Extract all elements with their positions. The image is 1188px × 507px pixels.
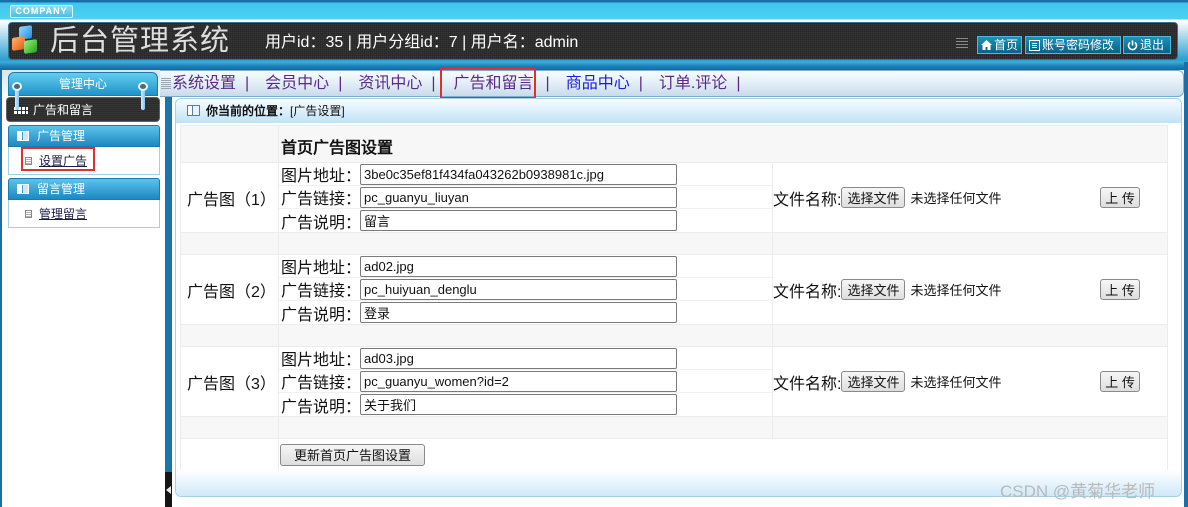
file-name-label: 文件名称:: [773, 375, 842, 393]
breadcrumb-label: 你当前的位置：: [206, 104, 291, 118]
home-button-label: 首页: [994, 38, 1019, 52]
panel-icon: [17, 131, 29, 141]
nav-item-news[interactable]: 资讯中心: [358, 75, 422, 93]
ad-link-input[interactable]: [360, 370, 677, 392]
ad-desc-label: 广告说明：: [281, 214, 362, 232]
sidebar-section-label: 广告和留言: [33, 103, 94, 117]
menu-lines-icon: [956, 38, 968, 50]
no-file-text: 未选择任何文件: [910, 375, 1002, 390]
power-icon: [1127, 40, 1138, 50]
sidebar-section-ads-messages: 广告和留言: [6, 97, 160, 122]
ad-row: 广告图（2） 图片地址： 广告链接： 广告说明： 文件名称: 选择文件 未选择任…: [180, 254, 1169, 325]
ad-desc-label: 广告说明：: [281, 306, 362, 324]
sidebar-group-ad-management[interactable]: 广告管理: [8, 125, 160, 147]
upload-button[interactable]: 上 传: [1100, 371, 1141, 392]
content-panel: 你当前的位置：[广告设置] 首页广告图设置 广告图（1） 图片地址： 广告链接：…: [175, 98, 1182, 497]
nav-item-system-settings[interactable]: 系统设置: [172, 75, 236, 93]
breadcrumb: 你当前的位置：[广告设置]: [176, 99, 1181, 123]
sidebar-collapse-handle[interactable]: [165, 472, 172, 507]
highlight-box-sidebar: [21, 147, 95, 171]
nav-separator: |: [545, 75, 550, 92]
file-name-label: 文件名称:: [773, 191, 842, 209]
image-url-input[interactable]: [360, 347, 677, 369]
ad-desc-input[interactable]: [360, 302, 677, 323]
document-icon: [25, 210, 32, 218]
breadcrumb-value: [广告设置]: [290, 104, 345, 118]
user-info: 用户id：35 | 用户分组id：7 | 用户名：admin: [265, 34, 579, 51]
change-password-button[interactable]: 账号密码修改: [1025, 36, 1121, 54]
update-ads-button[interactable]: 更新首页广告图设置: [280, 443, 425, 466]
nav-item-members[interactable]: 会员中心: [265, 75, 329, 93]
nav-separator: |: [245, 75, 250, 92]
ad-desc-input[interactable]: [360, 394, 677, 415]
arrow-left-icon: [166, 486, 171, 494]
ad-desc-label: 广告说明：: [281, 398, 362, 416]
choose-file-button[interactable]: 选择文件: [841, 371, 906, 392]
sidebar-divider: [165, 96, 172, 472]
ad-settings-form: 首页广告图设置 广告图（1） 图片地址： 广告链接： 广告说明： 文件名称: 选…: [180, 125, 1169, 471]
ad-row: 广告图（3） 图片地址： 广告链接： 广告说明： 文件名称: 选择文件 未选择任…: [180, 346, 1169, 417]
file-name-label: 文件名称:: [773, 283, 842, 301]
nav-separator: |: [338, 75, 343, 92]
ad-label: 广告图（3）: [187, 375, 276, 393]
sidebar-group-body: 管理留言: [8, 200, 160, 228]
right-frame-edge: [1184, 62, 1188, 507]
nav-item-products[interactable]: 商品中心: [566, 75, 630, 93]
ad-link-input[interactable]: [360, 186, 677, 208]
panel-icon: [187, 105, 200, 116]
choose-file-button[interactable]: 选择文件: [841, 187, 906, 208]
highlight-box-nav: [440, 68, 536, 99]
company-badge: COMPANY: [10, 5, 73, 18]
no-file-text: 未选择任何文件: [910, 191, 1002, 206]
logout-button[interactable]: 退出: [1123, 36, 1171, 54]
ad-link-label: 广告链接：: [281, 191, 362, 208]
sidebar: 管理中心 广告和留言 广告管理 设置广告 留言管理 管理留言: [0, 70, 166, 507]
ad-label: 广告图（1）: [187, 191, 276, 209]
sidebar-group-message-management[interactable]: 留言管理: [8, 178, 160, 200]
submit-row: 更新首页广告图设置: [180, 438, 1169, 471]
watermark: CSDN @黄菊华老师: [1000, 482, 1156, 501]
ad-link-label: 广告链接：: [281, 283, 362, 300]
top-nav: 系统设置 | 会员中心 | 资讯中心 | 广告和留言 | 商品中心 | 订单.评…: [160, 70, 1184, 97]
ad-label: 广告图（2）: [187, 283, 276, 301]
nav-separator: |: [736, 75, 741, 92]
logo-cubes-icon: [12, 25, 42, 56]
nav-item-orders-comments[interactable]: 订单.评论: [659, 75, 727, 93]
sidebar-group-label: 留言管理: [37, 182, 86, 196]
ad-link-label: 广告链接：: [281, 375, 362, 392]
header-bar: 后台管理系统 用户id：35 | 用户分组id：7 | 用户名：admin 首页…: [8, 22, 1178, 60]
list-icon: [1029, 39, 1040, 51]
upload-button[interactable]: 上 传: [1100, 279, 1141, 300]
form-title: 首页广告图设置: [281, 140, 394, 157]
logout-label: 退出: [1140, 38, 1165, 52]
image-url-label: 图片地址：: [281, 260, 362, 277]
sidebar-item-manage-messages[interactable]: 管理留言: [39, 207, 87, 221]
image-url-input[interactable]: [360, 163, 677, 185]
nav-separator: |: [638, 75, 643, 92]
upload-button[interactable]: 上 传: [1100, 187, 1141, 208]
image-url-label: 图片地址：: [281, 168, 362, 185]
header: COMPANY 后台管理系统 用户id：35 | 用户分组id：7 | 用户名：…: [0, 0, 1188, 70]
ad-desc-input[interactable]: [360, 210, 677, 231]
home-button[interactable]: 首页: [977, 36, 1022, 54]
home-icon: [981, 40, 992, 50]
image-url-label: 图片地址：: [281, 352, 362, 369]
menu-lines-icon: [161, 78, 171, 90]
image-url-input[interactable]: [360, 255, 677, 277]
choose-file-button[interactable]: 选择文件: [841, 279, 906, 300]
nav-separator: |: [431, 75, 436, 92]
ad-link-input[interactable]: [360, 278, 677, 300]
pin-icon: [138, 82, 148, 112]
no-file-text: 未选择任何文件: [910, 283, 1002, 298]
ad-row: 广告图（1） 图片地址： 广告链接： 广告说明： 文件名称: 选择文件 未选择任…: [180, 162, 1169, 233]
panel-icon: [17, 184, 29, 194]
change-password-label: 账号密码修改: [1042, 38, 1115, 52]
sidebar-panel-title: 管理中心: [8, 72, 158, 96]
pin-icon: [12, 82, 22, 112]
sidebar-group-label: 广告管理: [37, 129, 86, 143]
app-title: 后台管理系统: [50, 25, 231, 57]
form-header-row: 首页广告图设置: [180, 125, 1169, 163]
